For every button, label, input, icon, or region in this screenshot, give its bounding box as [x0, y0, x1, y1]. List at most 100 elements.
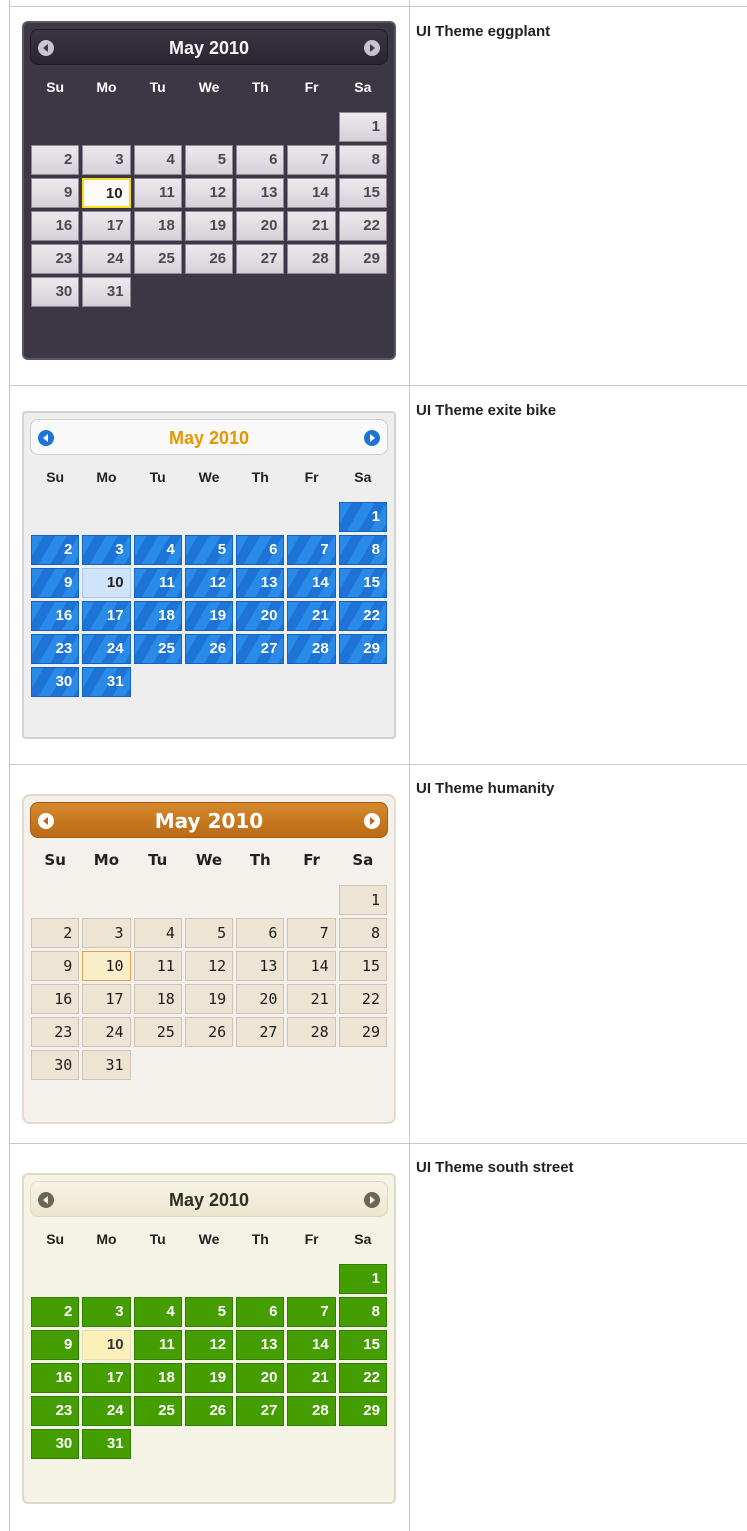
day-cell[interactable]: 22	[338, 1363, 387, 1393]
day-cell[interactable]: 28	[287, 244, 336, 274]
day-cell[interactable]: 2	[31, 1297, 80, 1327]
day-cell[interactable]: 24	[82, 244, 131, 274]
day-cell[interactable]: 6	[236, 145, 285, 175]
day-cell[interactable]: 13	[236, 178, 285, 208]
day-cell[interactable]: 12	[184, 178, 234, 208]
day-cell[interactable]: 13	[236, 568, 285, 598]
day-cell[interactable]: 17	[82, 601, 131, 631]
day-cell[interactable]: 18	[133, 601, 182, 631]
day-cell[interactable]: 16	[31, 1363, 80, 1393]
day-cell[interactable]: 4	[133, 1297, 182, 1327]
day-cell[interactable]: 12	[184, 568, 234, 598]
day-cell[interactable]: 29	[338, 1017, 387, 1047]
day-cell[interactable]: 3	[82, 535, 131, 565]
next-month-button[interactable]	[363, 429, 381, 447]
day-cell[interactable]: 29	[338, 1396, 387, 1426]
day-cell[interactable]: 23	[31, 244, 80, 274]
day-cell[interactable]: 15	[338, 568, 387, 598]
day-cell[interactable]: 26	[184, 1396, 234, 1426]
day-cell[interactable]: 25	[133, 634, 182, 664]
day-cell[interactable]: 26	[184, 634, 234, 664]
day-cell[interactable]: 25	[133, 1396, 182, 1426]
day-cell[interactable]: 26	[184, 1017, 234, 1047]
day-cell[interactable]: 21	[287, 601, 336, 631]
day-cell[interactable]: 26	[184, 244, 234, 274]
day-cell[interactable]: 31	[82, 667, 131, 697]
day-cell[interactable]: 7	[287, 145, 336, 175]
day-cell[interactable]: 1	[338, 1264, 387, 1294]
day-cell[interactable]: 18	[133, 984, 182, 1014]
day-cell[interactable]: 15	[338, 951, 387, 981]
day-cell[interactable]: 24	[82, 634, 131, 664]
day-cell[interactable]: 11	[133, 951, 182, 981]
day-cell[interactable]: 5	[184, 1297, 234, 1327]
day-cell[interactable]: 21	[287, 984, 336, 1014]
day-cell[interactable]: 6	[236, 1297, 285, 1327]
next-month-button[interactable]	[363, 1191, 381, 1209]
day-cell[interactable]: 13	[236, 951, 285, 981]
day-cell[interactable]: 17	[82, 211, 131, 241]
day-cell[interactable]: 11	[133, 568, 182, 598]
day-cell[interactable]: 20	[236, 601, 285, 631]
day-cell[interactable]: 11	[133, 178, 182, 208]
day-cell[interactable]: 24	[82, 1396, 131, 1426]
day-cell[interactable]: 31	[82, 1050, 131, 1080]
day-cell[interactable]: 30	[31, 1429, 80, 1459]
next-month-button[interactable]	[363, 812, 381, 830]
day-cell[interactable]: 27	[236, 244, 285, 274]
day-cell[interactable]: 14	[287, 178, 336, 208]
day-cell[interactable]: 28	[287, 1396, 336, 1426]
day-cell-today[interactable]: 10	[82, 951, 131, 981]
day-cell[interactable]: 9	[31, 1330, 80, 1360]
day-cell[interactable]: 20	[236, 211, 285, 241]
day-cell[interactable]: 13	[236, 1330, 285, 1360]
day-cell[interactable]: 22	[338, 601, 387, 631]
day-cell[interactable]: 12	[184, 951, 234, 981]
day-cell[interactable]: 8	[338, 918, 387, 948]
day-cell[interactable]: 1	[338, 112, 387, 142]
day-cell[interactable]: 16	[31, 984, 80, 1014]
day-cell[interactable]: 3	[82, 1297, 131, 1327]
day-cell[interactable]: 23	[31, 1396, 80, 1426]
day-cell[interactable]: 8	[338, 145, 387, 175]
next-month-button[interactable]	[363, 39, 381, 57]
day-cell[interactable]: 21	[287, 211, 336, 241]
day-cell[interactable]: 12	[184, 1330, 234, 1360]
day-cell[interactable]: 7	[287, 535, 336, 565]
day-cell[interactable]: 1	[338, 885, 387, 915]
day-cell[interactable]: 30	[31, 1050, 80, 1080]
day-cell[interactable]: 7	[287, 1297, 336, 1327]
day-cell[interactable]: 7	[287, 918, 336, 948]
day-cell[interactable]: 27	[236, 1396, 285, 1426]
day-cell[interactable]: 22	[338, 211, 387, 241]
day-cell[interactable]: 20	[236, 984, 285, 1014]
day-cell[interactable]: 9	[31, 568, 80, 598]
day-cell[interactable]: 30	[31, 667, 80, 697]
day-cell[interactable]: 18	[133, 1363, 182, 1393]
day-cell[interactable]: 4	[133, 145, 182, 175]
day-cell[interactable]: 25	[133, 244, 182, 274]
day-cell[interactable]: 11	[133, 1330, 182, 1360]
day-cell[interactable]: 23	[31, 634, 80, 664]
day-cell[interactable]: 2	[31, 918, 80, 948]
day-cell[interactable]: 5	[184, 535, 234, 565]
day-cell[interactable]: 3	[82, 918, 131, 948]
day-cell-today[interactable]: 10	[82, 178, 131, 208]
day-cell[interactable]: 4	[133, 535, 182, 565]
day-cell[interactable]: 29	[338, 244, 387, 274]
day-cell[interactable]: 5	[184, 145, 234, 175]
day-cell[interactable]: 6	[236, 535, 285, 565]
day-cell[interactable]: 27	[236, 634, 285, 664]
day-cell-today[interactable]: 10	[82, 1330, 131, 1360]
day-cell[interactable]: 8	[338, 535, 387, 565]
day-cell[interactable]: 23	[31, 1017, 80, 1047]
day-cell[interactable]: 19	[184, 984, 234, 1014]
day-cell[interactable]: 4	[133, 918, 182, 948]
day-cell[interactable]: 19	[184, 211, 234, 241]
day-cell[interactable]: 22	[338, 984, 387, 1014]
day-cell[interactable]: 15	[338, 178, 387, 208]
day-cell[interactable]: 25	[133, 1017, 182, 1047]
day-cell[interactable]: 19	[184, 601, 234, 631]
day-cell[interactable]: 28	[287, 634, 336, 664]
day-cell[interactable]: 28	[287, 1017, 336, 1047]
